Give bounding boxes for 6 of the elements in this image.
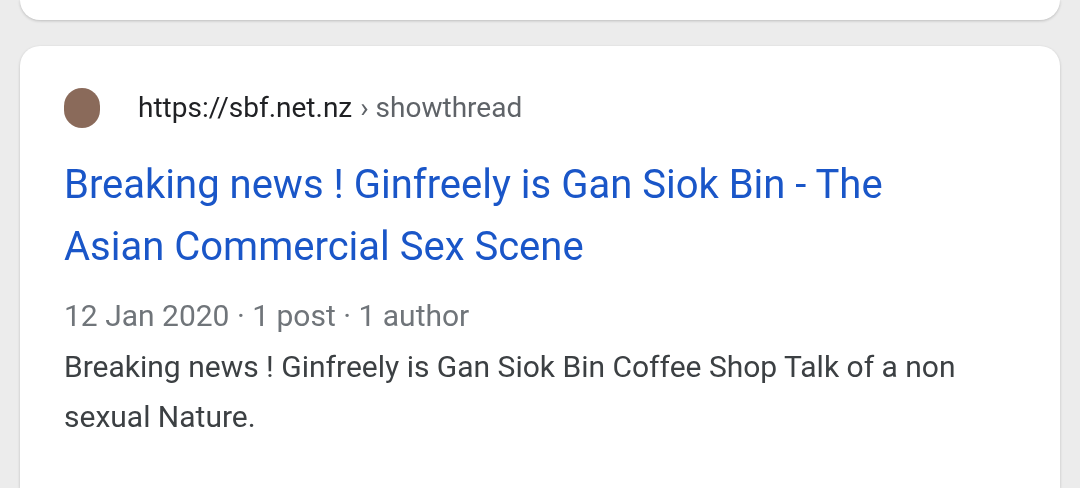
avatar-icon (64, 88, 100, 128)
result-snippet: Breaking news ! Ginfreely is Gan Siok Bin Coffee Shop Talk of a non sexual Nature. (64, 348, 957, 436)
result-meta: 12 Jan 2020 · 1 post · 1 author (64, 297, 471, 335)
result-url[interactable]: https://sbf.net.nz (138, 87, 353, 129)
breadcrumb: › showthread (360, 90, 523, 126)
result-title-link[interactable]: Breaking news ! Ginfreely is Gan Siok Bin - The Asian Commercial Sex Scene (64, 154, 984, 278)
